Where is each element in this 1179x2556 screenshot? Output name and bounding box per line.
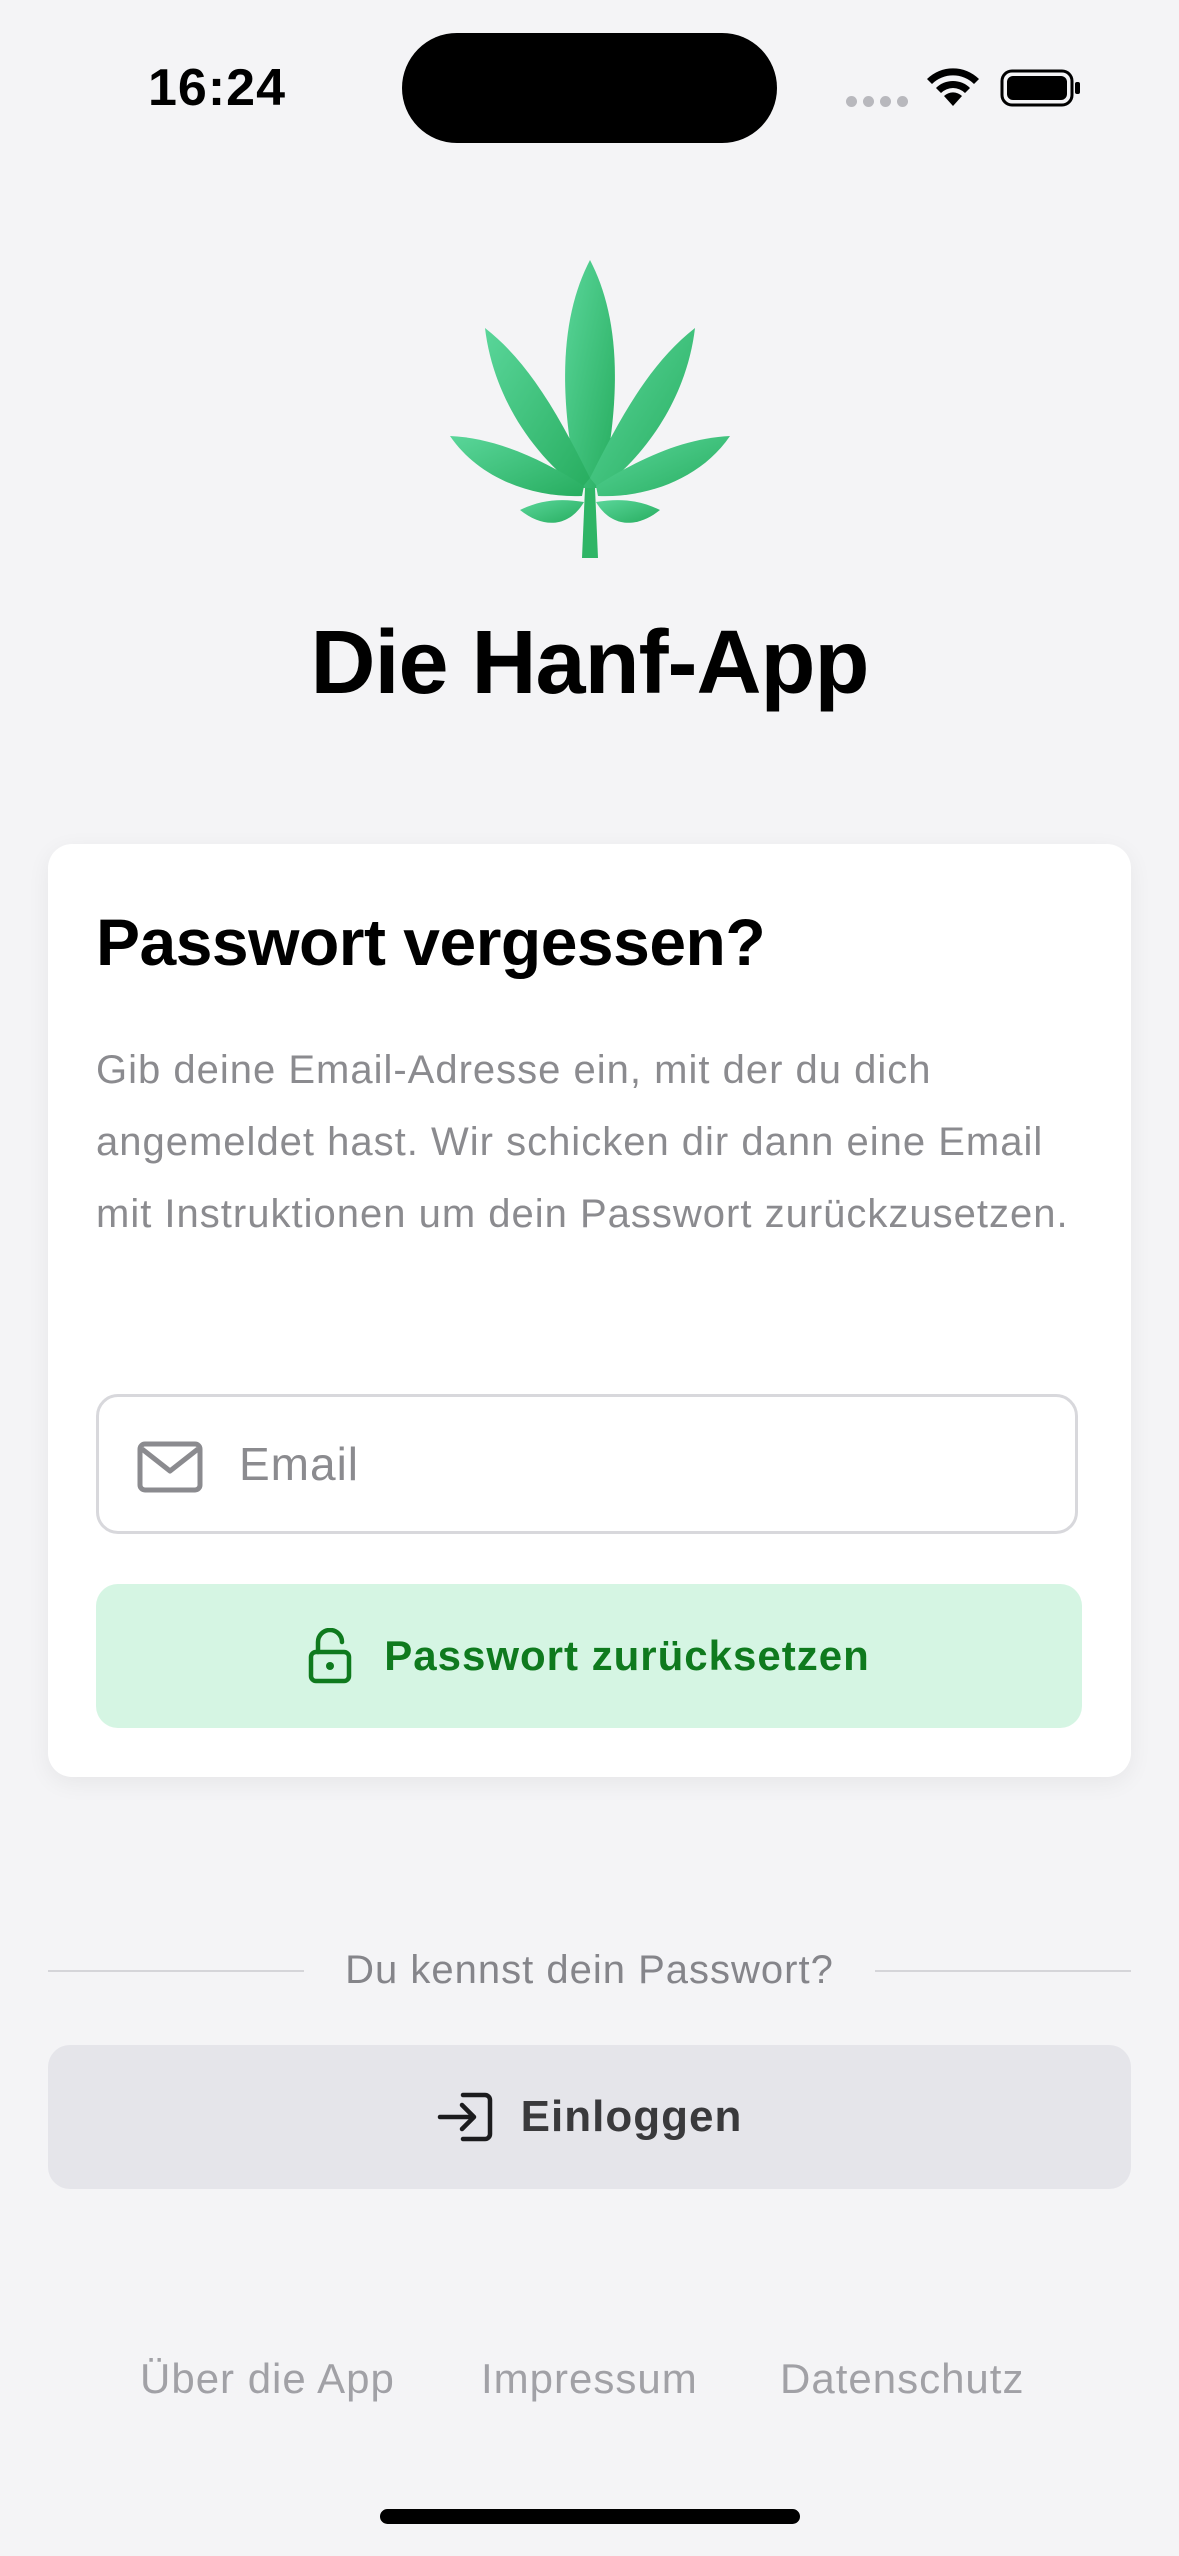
footer-link-impressum[interactable]: Impressum [481,2355,698,2403]
home-indicator[interactable] [380,2509,800,2524]
status-time: 16:24 [148,59,286,117]
dynamic-island [402,33,777,143]
footer-links: Über die App Impressum Datenschutz [0,2355,1179,2415]
email-field[interactable] [96,1394,1078,1534]
lock-open-icon [308,1628,352,1684]
footer-link-privacy[interactable]: Datenschutz [780,2355,1024,2403]
battery-icon [1000,69,1080,107]
wifi-icon [927,68,979,106]
forgot-password-card: Passwort vergessen? Gib deine Email-Adre… [48,844,1131,1777]
reset-password-label: Passwort zurücksetzen [384,1632,870,1679]
footer-link-about[interactable]: Über die App [140,2355,395,2403]
card-title: Passwort vergessen? [96,905,766,979]
mail-icon [137,1441,203,1493]
card-description: Gib deine Email-Adresse ein, mit der du … [96,1048,1069,1236]
cellular-signal-icon [846,96,908,107]
status-icons [840,62,1080,112]
divider-line-right [875,1970,1131,1972]
email-input[interactable] [239,1397,1039,1531]
reset-password-button[interactable]: Passwort zurücksetzen [96,1584,1082,1728]
hemp-leaf-icon [450,260,730,558]
login-label: Einloggen [520,2092,743,2141]
login-button[interactable]: Einloggen [48,2045,1131,2189]
login-arrow-icon [437,2092,492,2142]
app-title: Die Hanf-App [310,613,870,713]
status-bar: 16:24 [0,0,1179,150]
divider: Du kennst dein Passwort? [48,1940,1131,2000]
